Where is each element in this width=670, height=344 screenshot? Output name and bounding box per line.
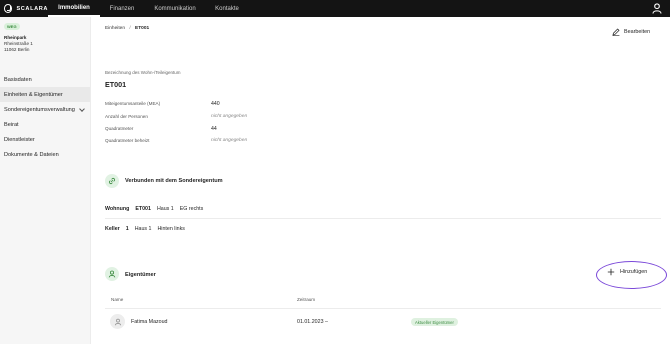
linked-item-location: Hinten links [157, 226, 185, 232]
sidebar-item-einheiten-eigentuemer[interactable]: Einheiten & Eigentümer [0, 87, 90, 102]
divider [105, 218, 661, 219]
top-navigation: SCALARA Immobilien Finanzen Kommunikatio… [0, 0, 670, 17]
linked-item-type: Wohnung [105, 206, 130, 212]
detail-value-sqm-heated: nicht angegeben [211, 138, 248, 143]
detail-label-sqm: Quadratmeter [105, 126, 134, 131]
breadcrumb: Einheiten / ET001 [105, 26, 149, 31]
detail-label-mea: Miteigentumsanteile (MEA) [105, 101, 161, 106]
sidebar-item-beirat[interactable]: Beirat [0, 117, 90, 132]
divider [105, 308, 661, 309]
unit-title-caption: Bezeichnung des Wohn-/Teileigentum [105, 70, 181, 75]
nav-tab-kontakte[interactable]: Kontakte [205, 0, 249, 17]
chevron-down-icon [79, 106, 85, 112]
property-name: Rheinpark [4, 35, 27, 40]
linked-item-type: Keller [105, 226, 120, 232]
brand-logo[interactable]: SCALARA [0, 4, 48, 13]
column-header-period: Zeitraum [297, 297, 316, 302]
detail-value-persons: nicht angegeben [211, 114, 248, 119]
sidebar-item-label: Beirat [4, 121, 19, 128]
unit-title: ET001 [105, 80, 127, 89]
linked-item-building: Haus 1 [156, 206, 174, 212]
status-badge: Aktueller Eigentümer [411, 318, 458, 326]
sidebar-item-dokumente-dateien[interactable]: Dokumente & Dateien [0, 147, 90, 162]
breadcrumb-parent-link[interactable]: Einheiten [105, 26, 125, 31]
sidebar-item-dienstleister[interactable]: Dienstleister [0, 132, 90, 147]
linked-item-row[interactable]: Wohnung ET001 Haus 1 EG rechts [105, 206, 203, 212]
owners-section-title: Eigentümer [125, 272, 156, 278]
highlight-annotation-ring [596, 261, 667, 289]
detail-label-sqm-heated: Quadratmeter beheizt [105, 138, 150, 143]
person-placeholder-icon [114, 318, 121, 325]
linked-item-location: EG rechts [179, 206, 204, 212]
linked-item-id: ET001 [135, 206, 151, 212]
sidebar-item-basisdaten[interactable]: Basisdaten [0, 72, 90, 87]
breadcrumb-separator: / [129, 26, 131, 31]
pencil-icon [612, 28, 620, 36]
property-street: Rheinstraße 1 [4, 41, 33, 46]
user-account-icon[interactable] [652, 3, 662, 14]
linked-item-row[interactable]: Keller 1 Haus 1 Hinten links [105, 226, 185, 232]
property-type-badge: WEG [4, 23, 20, 30]
linked-section-title: Verbunden mit dem Sondereigentum [125, 178, 223, 184]
column-header-name: Name [111, 297, 124, 302]
nav-tab-kommunikation[interactable]: Kommunikation [145, 0, 205, 17]
owner-period: 01.01.2023 – [297, 319, 328, 325]
brand-name: SCALARA [16, 5, 48, 12]
property-city: 11062 Berlin [4, 47, 30, 52]
breadcrumb-current: ET001 [135, 26, 150, 31]
linked-item-id: 1 [125, 226, 129, 232]
edit-button[interactable]: Bearbeiten [612, 28, 650, 36]
avatar [110, 314, 125, 329]
detail-label-persons: Anzahl der Personen [105, 114, 148, 119]
person-icon [105, 267, 119, 281]
link-icon [105, 174, 119, 188]
sidebar-item-label: Basisdaten [4, 76, 32, 83]
nav-tab-finanzen[interactable]: Finanzen [101, 0, 143, 17]
sidebar-item-label: Dokumente & Dateien [4, 151, 59, 158]
sidebar: WEG Rheinpark Rheinstraße 1 11062 Berlin… [0, 17, 91, 344]
sidebar-item-label: Einheiten & Eigentümer [4, 91, 63, 98]
detail-value-mea: 440 [211, 101, 220, 107]
nav-tab-immobilien[interactable]: Immobilien [48, 0, 100, 17]
linked-item-building: Haus 1 [134, 226, 152, 232]
sidebar-item-label: Sondereigentumsverwaltung [4, 106, 75, 113]
detail-value-sqm: 44 [211, 126, 217, 132]
edit-button-label: Bearbeiten [624, 29, 651, 35]
scalara-logo-icon [4, 4, 13, 13]
owner-name[interactable]: Fatima Mazoud [131, 319, 168, 325]
sidebar-item-sondereigentumsverwaltung[interactable]: Sondereigentumsverwaltung [0, 102, 90, 117]
sidebar-item-label: Dienstleister [4, 136, 35, 143]
